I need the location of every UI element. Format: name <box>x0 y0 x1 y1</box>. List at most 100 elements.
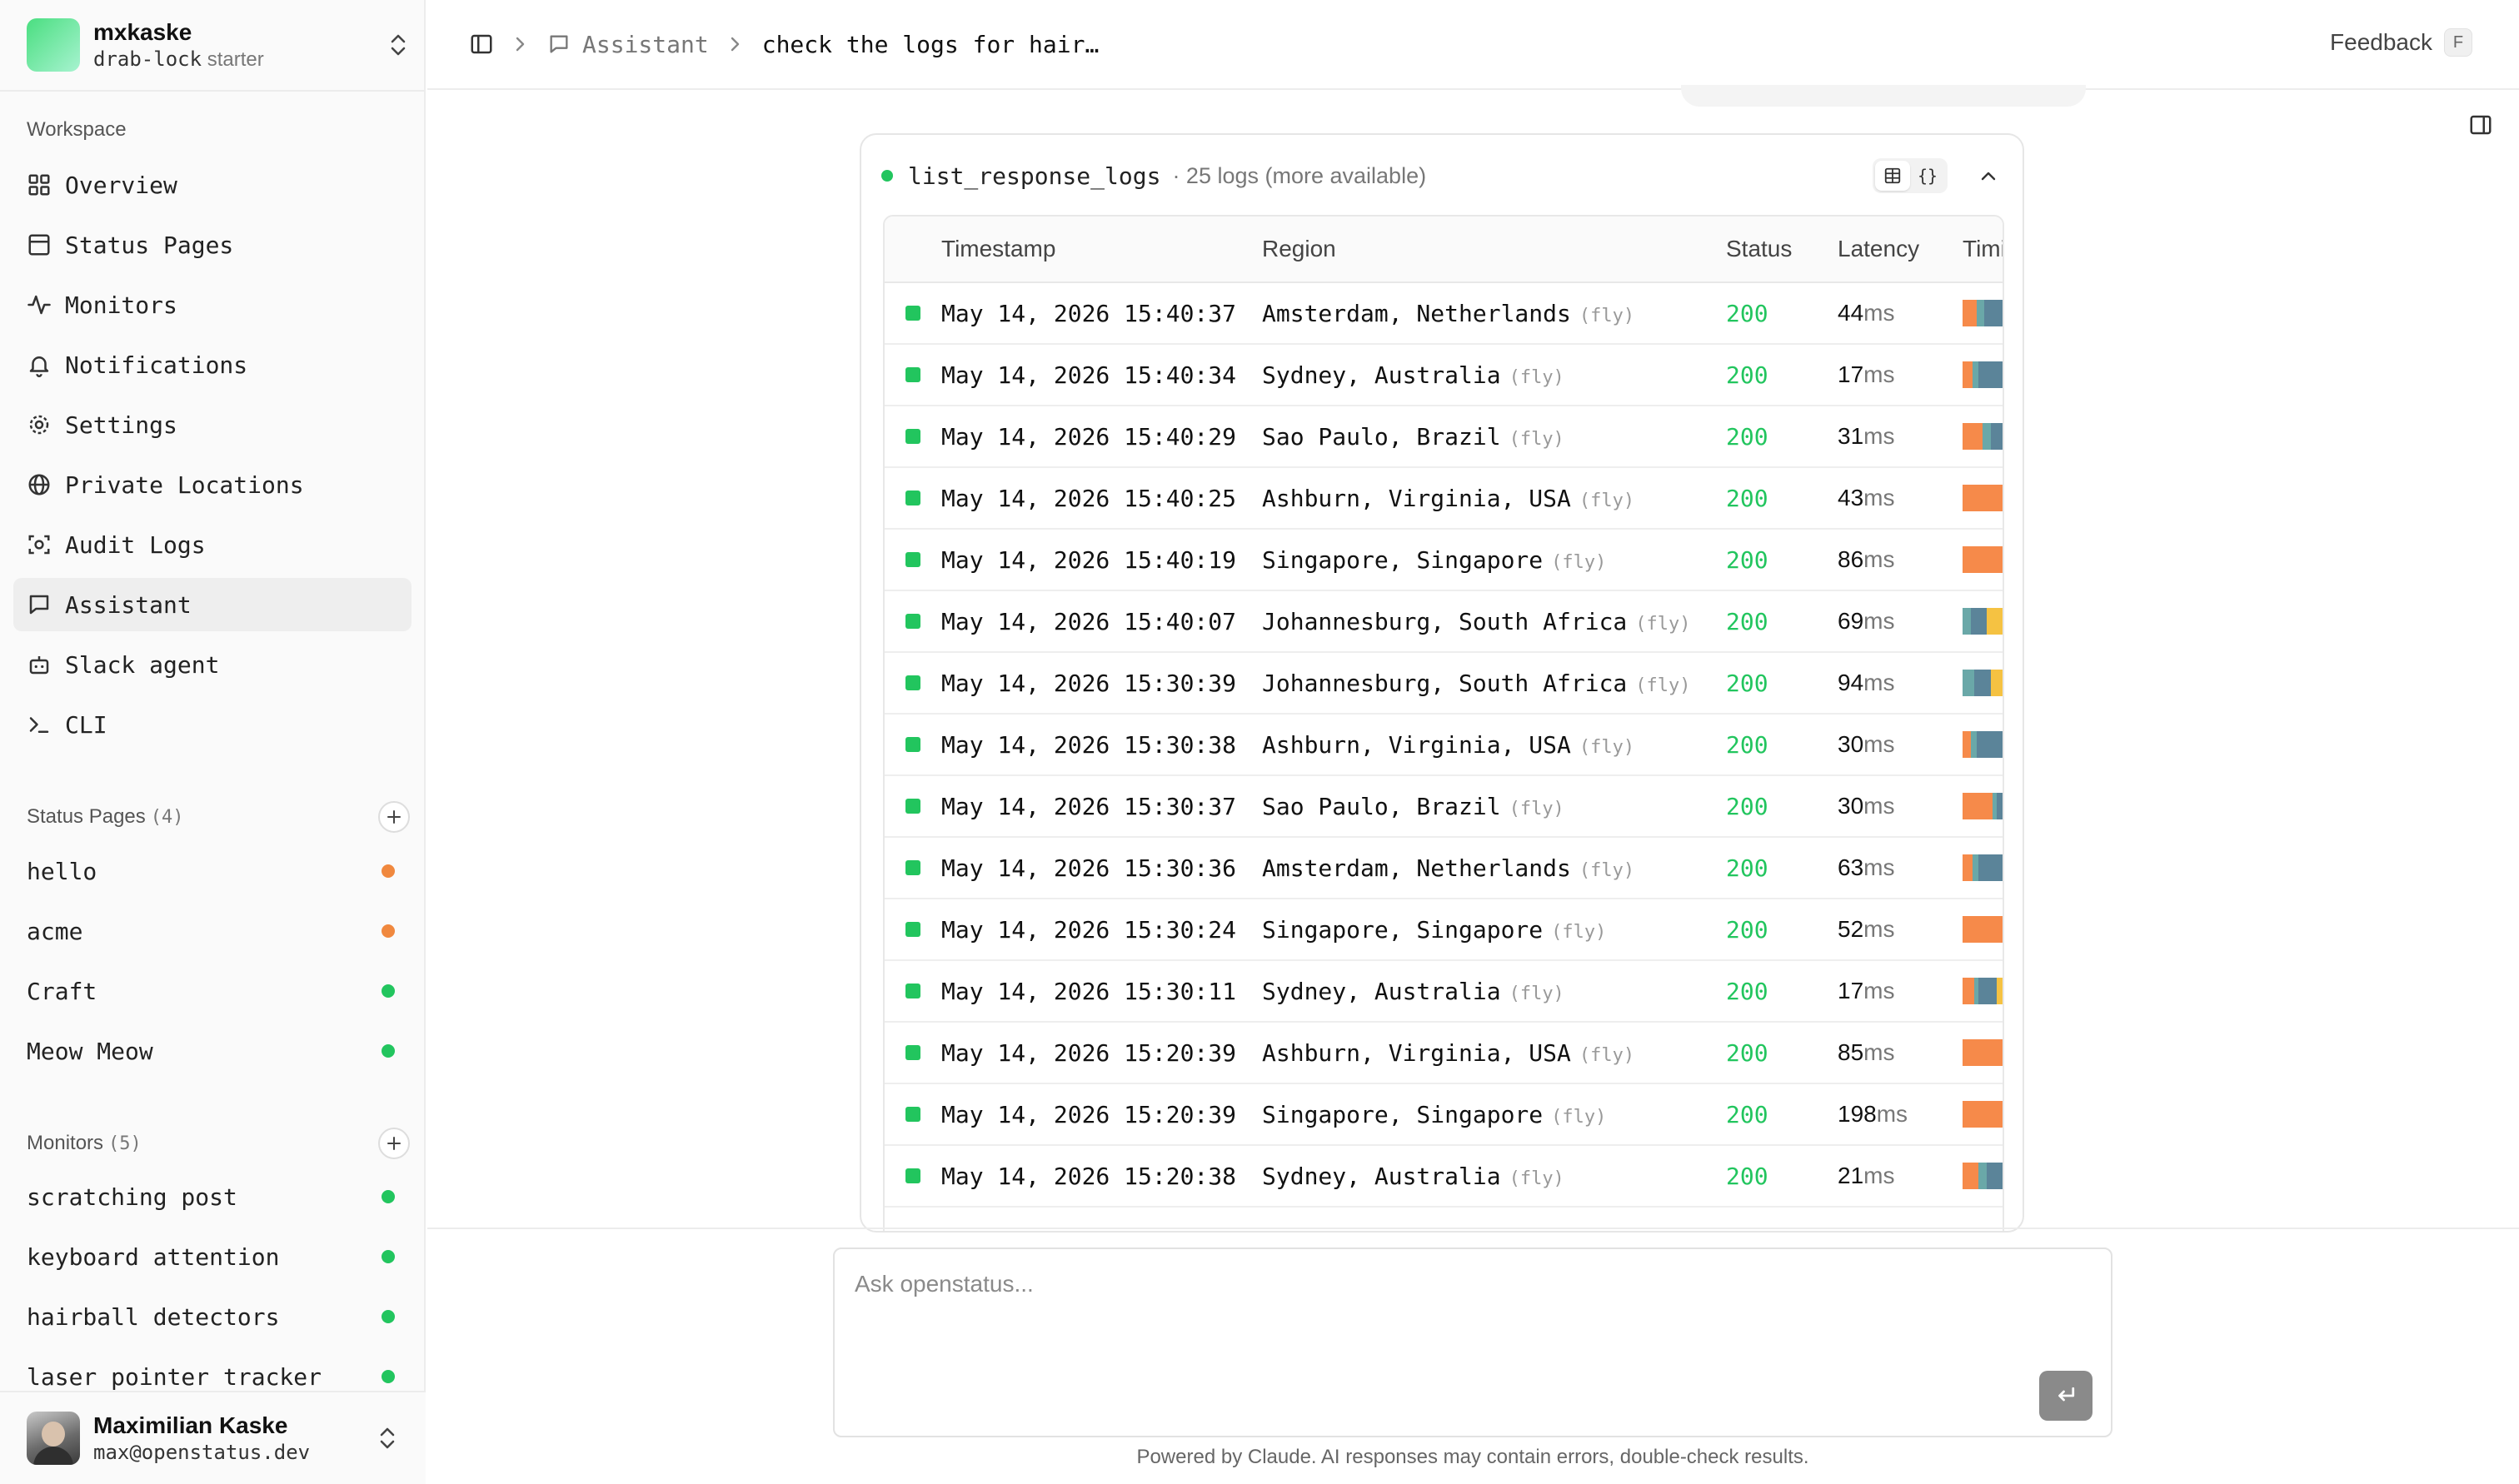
view-toggle: {} <box>1873 158 1948 193</box>
status-cell: 200 <box>1726 854 1768 882</box>
add-monitor-button[interactable] <box>378 1128 410 1159</box>
table-row[interactable]: May 14, 2026 15:40:25 Ashburn, Virginia, … <box>885 468 2003 530</box>
nav-assistant[interactable]: Assistant <box>13 578 412 631</box>
status-pages-count: (4) <box>150 807 184 828</box>
region-cell: Sao Paulo, Brazil (fly) <box>1262 423 1726 451</box>
latency-cell: 86ms <box>1838 546 1963 573</box>
region-name: Singapore, Singapore <box>1262 915 1544 944</box>
nav-audit-logs[interactable]: Audit Logs <box>13 518 412 571</box>
nav-settings[interactable]: Settings <box>13 398 412 451</box>
status-page-item[interactable]: Craft <box>13 964 412 1018</box>
table-row[interactable]: May 14, 2026 15:30:38 Ashburn, Virginia, … <box>885 715 2003 776</box>
monitor-item[interactable]: scratching post <box>13 1170 412 1223</box>
nav-status-pages[interactable]: Status Pages <box>13 218 412 271</box>
status-page-item[interactable]: acme <box>13 904 412 958</box>
activity-icon <box>27 292 52 317</box>
monitor-item[interactable]: keyboard attention <box>13 1230 412 1283</box>
table-row[interactable]: May 14, 2026 15:40:29 Sao Paulo, Brazil (f… <box>885 406 2003 468</box>
top-bar: Assistant check the logs for hair… Feedb… <box>427 0 2519 90</box>
latency-cell: 69ms <box>1838 608 1963 635</box>
status-page-name: hello <box>27 857 97 885</box>
breadcrumb-current: check the logs for hair… <box>761 30 1100 58</box>
add-status-page-button[interactable] <box>378 801 410 833</box>
nav-cli[interactable]: CLI <box>13 698 412 751</box>
feedback-button[interactable]: Feedback F <box>2330 28 2472 57</box>
timing-segment <box>1963 608 1971 635</box>
status-page-item[interactable]: Meow Meow <box>13 1024 412 1078</box>
timing-segment <box>1963 1163 1979 1189</box>
monitor-name: laser pointer tracker <box>27 1362 322 1391</box>
status-pages-list: hello acme Craft Meow Meow <box>13 844 412 1084</box>
workspace-switcher[interactable]: mxkaske drab-lock starter <box>27 17 410 73</box>
table-row[interactable]: May 14, 2026 15:20:39 Ashburn, Virginia, … <box>885 1023 2003 1084</box>
timing-bar <box>1963 854 2003 881</box>
status-page-item[interactable]: hello <box>13 844 412 898</box>
logs-table: Timestamp Region Status Latency Timing M… <box>883 215 2004 1231</box>
status-dot <box>382 1044 395 1058</box>
table-row[interactable]: May 14, 2026 15:40:19 Singapore, Singapor… <box>885 530 2003 591</box>
nav-slack-agent[interactable]: Slack agent <box>13 638 412 691</box>
timing-cell <box>1963 546 2003 573</box>
table-row[interactable]: May 14, 2026 15:20:39 Singapore, Singapor… <box>885 1084 2003 1146</box>
toggle-right-panel-button[interactable] <box>2466 110 2496 140</box>
timestamp-cell: May 14, 2026 15:40:29 <box>941 422 1237 451</box>
column-header-region[interactable]: Region <box>1262 236 1726 262</box>
nav-private-locations[interactable]: Private Locations <box>13 458 412 511</box>
user-menu[interactable]: Maximilian Kaske max@openstatus.dev <box>0 1391 426 1484</box>
table-row[interactable]: May 14, 2026 15:40:37 Amsterdam, Netherla… <box>885 283 2003 345</box>
status-cell: 200 <box>1726 484 1768 512</box>
monitor-item[interactable]: hairball detectors <box>13 1290 412 1343</box>
region-cell: Ashburn, Virginia, USA (fly) <box>1262 731 1726 759</box>
table-row[interactable]: May 14, 2026 15:30:37 Sao Paulo, Brazil (f… <box>885 776 2003 838</box>
latency-value: 86 <box>1838 546 1864 572</box>
region-cell: Singapore, Singapore (fly) <box>1262 546 1726 574</box>
collapse-button[interactable] <box>1974 162 2003 190</box>
breadcrumb-section: Assistant <box>582 30 709 58</box>
column-header-latency[interactable]: Latency <box>1838 236 1963 262</box>
table-view-button[interactable] <box>1875 161 1910 191</box>
tool-name: list_response_logs <box>908 162 1161 190</box>
nav-monitors[interactable]: Monitors <box>13 278 412 331</box>
timing-segment <box>1963 854 1973 881</box>
region-name: Ashburn, Virginia, USA <box>1262 1038 1571 1067</box>
nav-notifications[interactable]: Notifications <box>13 338 412 391</box>
chat-input[interactable] <box>855 1271 2054 1371</box>
bot-icon <box>27 652 52 677</box>
status-cell: 200 <box>1726 361 1768 389</box>
region-name: Sydney, Australia <box>1262 1162 1501 1190</box>
column-header-status[interactable]: Status <box>1726 236 1838 262</box>
table-row[interactable]: May 14, 2026 15:30:36 Amsterdam, Netherla… <box>885 838 2003 899</box>
timing-bar <box>1963 485 2003 511</box>
latency-unit: ms <box>1863 978 1895 1003</box>
send-button[interactable] <box>2039 1371 2093 1421</box>
timestamp-cell: May 14, 2026 15:40:37 <box>941 299 1237 327</box>
row-status-cell <box>885 614 941 629</box>
sidebar: mxkaske drab-lock starter Workspace Over… <box>0 0 426 1484</box>
table-row[interactable]: May 14, 2026 15:30:11 Sydney, Australia (f… <box>885 961 2003 1023</box>
timing-bar <box>1963 916 2003 943</box>
table-row[interactable]: May 14, 2026 15:30:24 Singapore, Singapor… <box>885 899 2003 961</box>
json-view-button[interactable]: {} <box>1910 161 1945 191</box>
region-cell: Ashburn, Virginia, USA (fly) <box>1262 485 1726 512</box>
sidebar-toggle-icon <box>471 34 492 54</box>
latency-value: 63 <box>1838 854 1864 880</box>
provider-label: (fly) <box>1579 859 1635 881</box>
toggle-sidebar-button[interactable] <box>469 32 494 57</box>
timing-segment <box>1976 731 2003 758</box>
column-header-timing[interactable]: Timing <box>1963 236 2003 262</box>
latency-unit: ms <box>1863 670 1895 695</box>
table-row[interactable]: May 14, 2026 15:30:39 Johannesburg, South… <box>885 653 2003 715</box>
breadcrumb-assistant-link[interactable]: Assistant <box>547 31 709 58</box>
column-header-timestamp[interactable]: Timestamp <box>941 236 1262 262</box>
nav-overview[interactable]: Overview <box>13 158 412 212</box>
region-name: Johannesburg, South Africa <box>1262 669 1628 697</box>
table-row[interactable]: May 14, 2026 15:20:38 Sydney, Australia (f… <box>885 1146 2003 1208</box>
table-row[interactable]: May 14, 2026 15:40:07 Johannesburg, South… <box>885 591 2003 653</box>
status-dot <box>382 1370 395 1383</box>
latency-unit: ms <box>1863 361 1895 387</box>
monitors-group-header: Monitors (5) <box>27 1125 410 1162</box>
nav-label: CLI <box>65 710 107 739</box>
table-row[interactable]: May 14, 2026 15:40:34 Sydney, Australia (f… <box>885 345 2003 406</box>
timing-bar <box>1963 731 2003 758</box>
timestamp-cell: May 14, 2026 15:30:37 <box>941 792 1237 820</box>
